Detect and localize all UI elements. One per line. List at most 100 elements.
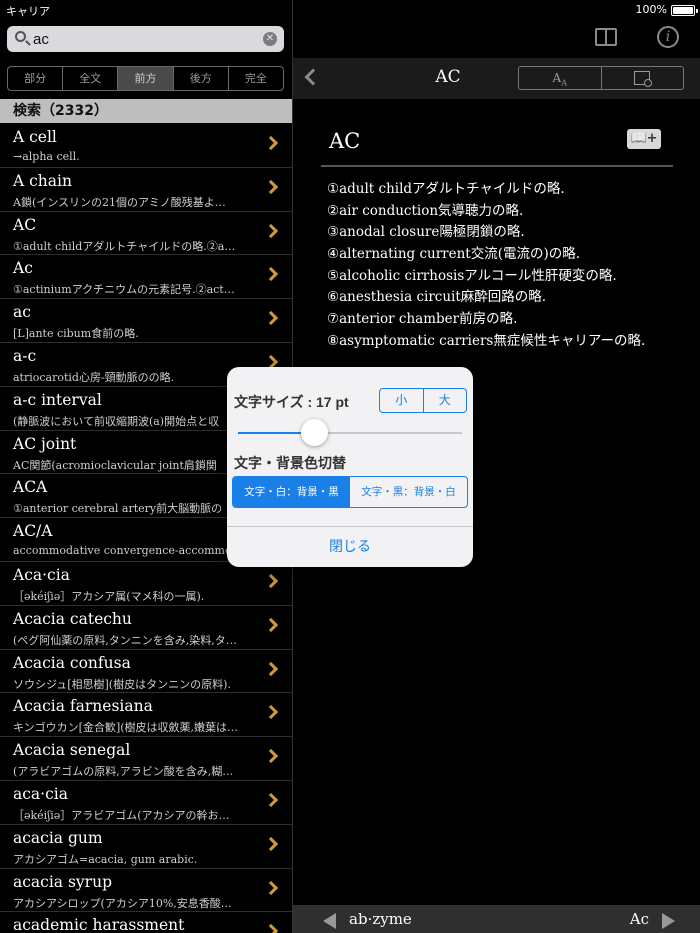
search-mode-suffix[interactable]: 後方 <box>174 67 229 90</box>
font-size-button[interactable]: AA <box>519 67 602 89</box>
result-subtitle: →alpha cell. <box>13 150 80 163</box>
clear-search-icon[interactable]: ✕ <box>263 32 277 46</box>
navigation-bar: AC AA <box>293 58 700 99</box>
result-title: acacia syrup <box>13 872 112 891</box>
result-row[interactable]: ac [L]ante cibum食前の略. <box>0 299 292 343</box>
search-mode-fulltext[interactable]: 全文 <box>63 67 119 90</box>
chevron-right-icon <box>263 792 279 808</box>
results-header: 検索（2332） <box>0 99 292 123</box>
search-mode-prefix[interactable]: 前方 <box>118 67 174 90</box>
result-title: A cell <box>13 128 57 146</box>
result-subtitle: アカシアシロップ(アカシア10%,安息香酸… <box>13 896 232 910</box>
font-size-slider[interactable] <box>238 432 462 434</box>
result-title: Acacia senegal <box>13 741 131 760</box>
result-row[interactable]: academic harassment <box>0 912 292 933</box>
result-subtitle: ①anterior cerebral artery前大脳動脈の <box>13 502 223 516</box>
battery-icon <box>671 5 698 16</box>
result-title: ac <box>13 303 31 322</box>
result-row[interactable]: Acacia farnesiana キンゴウカン[金合歓](樹皮は収斂薬,嫩葉は… <box>0 693 292 738</box>
slider-thumb[interactable] <box>301 419 329 446</box>
result-subtitle: A鎖(インスリンの21個のアミノ酸残基よ… <box>13 195 226 209</box>
result-title: A chain <box>13 171 72 190</box>
document-search-button[interactable] <box>602 67 684 89</box>
result-title: Ac <box>13 259 33 278</box>
book-icon[interactable] <box>595 28 617 46</box>
font-size-large-button[interactable]: 大 <box>424 389 467 412</box>
definition-item: ⑥anesthesia circuit麻酔回路の略. <box>327 289 547 306</box>
font-size-small-button[interactable]: 小 <box>380 389 424 412</box>
result-row[interactable]: AC ①adult childアダルトチャイルドの略.②a… <box>0 212 292 256</box>
search-mode-selector: 部分 全文 前方 後方 完全 <box>7 66 284 91</box>
chevron-right-icon <box>263 223 279 238</box>
chevron-right-icon <box>263 311 279 326</box>
status-bar-right: 100% <box>1 0 700 20</box>
result-row[interactable]: A chain A鎖(インスリンの21個のアミノ酸残基よ… <box>0 168 292 212</box>
document-search-icon <box>634 71 653 87</box>
search-mode-exact[interactable]: 完全 <box>229 67 283 90</box>
color-scheme-selector: 文字・白：背景・黒 文字・黒：背景・白 <box>232 476 468 508</box>
chevron-right-icon <box>263 749 279 764</box>
font-size-icon-sub: A <box>561 78 567 88</box>
search-input[interactable] <box>33 29 253 49</box>
result-row[interactable]: Acacia confusa ソウシジュ[相思樹](樹皮はタンニンの原料). <box>0 650 292 694</box>
battery-percent: 100% <box>635 3 667 16</box>
definitions: ①adult childアダルトチャイルドの略. ②air conduction気… <box>327 177 697 351</box>
result-subtitle: ［əkéiʃiə］アカシア属(マメ科の一属). <box>13 589 205 603</box>
result-subtitle: [L]ante cibum食前の略. <box>13 327 139 341</box>
info-icon[interactable]: i <box>657 26 679 48</box>
search-mode-partial[interactable]: 部分 <box>8 67 64 90</box>
result-row[interactable]: Acacia senegal (アラビアゴムの原料,アラビン酸を含み,糊… <box>0 737 292 781</box>
result-subtitle: (ペグ阿仙薬の原料,タンニンを含み,染料,タ… <box>13 633 237 647</box>
bottom-navigation: ab·zyme Ac <box>293 905 700 933</box>
chevron-right-icon <box>263 267 279 282</box>
result-subtitle: ①adult childアダルトチャイルドの略.②a… <box>13 239 236 253</box>
color-scheme-black-on-white[interactable]: 文字・黒：背景・白 <box>350 477 467 507</box>
chevron-right-icon <box>263 135 279 151</box>
result-row[interactable]: Ac ①actiniumアクチニウムの元素記号.②act… <box>0 255 292 300</box>
result-title: Acacia catechu <box>13 609 132 628</box>
font-size-stepper: 小 大 <box>379 388 467 413</box>
result-title: a-c interval <box>13 390 102 409</box>
result-subtitle: ［əkéiʃiə］アラビアゴム(アカシアの幹お… <box>13 808 230 822</box>
entry-title: AC <box>329 129 361 153</box>
definition-item: ③anodal closure陽極閉鎖の略. <box>327 224 525 241</box>
bookmark-add-button[interactable]: 📖+ <box>627 129 661 149</box>
color-scheme-white-on-black[interactable]: 文字・白：背景・黒 <box>233 477 350 507</box>
definition-item: ④alternating current交流(電流の)の略. <box>327 246 581 263</box>
result-row[interactable]: A cell →alpha cell. <box>0 124 292 168</box>
top-toolbar: i <box>293 20 700 58</box>
result-title: aca·cia <box>13 784 68 803</box>
display-settings-popover: 文字サイズ : 17 pt 小 大 文字・背景色切替 文字・白：背景・黒 文字・… <box>227 367 473 567</box>
view-options: AA <box>518 66 684 90</box>
search-bar[interactable]: ✕ <box>7 26 284 52</box>
close-button[interactable]: 閉じる <box>227 527 473 567</box>
result-row[interactable]: acacia syrup アカシアシロップ(アカシア10%,安息香酸… <box>0 869 292 913</box>
next-entry-label[interactable]: Ac <box>630 910 649 928</box>
result-title: a-c <box>13 346 37 365</box>
definition-item: ⑤alcoholic cirrhosisアルコール性肝硬変の略. <box>327 267 617 284</box>
result-title: ACA <box>13 478 48 497</box>
result-subtitle: アカシアゴム=acacia, gum arabic. <box>13 852 198 866</box>
result-title: AC <box>13 215 37 234</box>
chevron-right-icon <box>263 836 279 851</box>
chevron-right-icon <box>263 880 279 895</box>
result-title: academic harassment <box>13 916 185 933</box>
search-icon <box>15 31 26 42</box>
result-subtitle: (静脈波において前収縮期波(a)開始点と収 <box>13 414 220 428</box>
result-row[interactable]: Aca·cia ［əkéiʃiə］アカシア属(マメ科の一属). <box>0 562 292 606</box>
chevron-right-icon <box>263 179 279 194</box>
chevron-right-icon <box>263 661 279 676</box>
chevron-right-icon <box>263 924 279 933</box>
result-row[interactable]: aca·cia ［əkéiʃiə］アラビアゴム(アカシアの幹お… <box>0 781 292 825</box>
definition-item: ②air conduction気導聴力の略. <box>327 202 524 219</box>
result-row[interactable]: acacia gum アカシアゴム=acacia, gum arabic. <box>0 825 292 869</box>
previous-entry-label[interactable]: ab·zyme <box>349 910 412 928</box>
result-subtitle: (アラビアゴムの原料,アラビン酸を含み,糊… <box>13 765 234 779</box>
title-divider <box>321 165 673 167</box>
result-row[interactable]: Acacia catechu (ペグ阿仙薬の原料,タンニンを含み,染料,タ… <box>0 606 292 650</box>
previous-entry-icon[interactable] <box>323 913 336 929</box>
next-entry-icon[interactable] <box>662 913 675 929</box>
font-size-icon: A <box>552 71 562 85</box>
definition-item: ⑧asymptomatic carriers無症候性キャリアーの略. <box>327 332 646 349</box>
result-subtitle: ①actiniumアクチニウムの元素記号.②act… <box>13 283 235 297</box>
